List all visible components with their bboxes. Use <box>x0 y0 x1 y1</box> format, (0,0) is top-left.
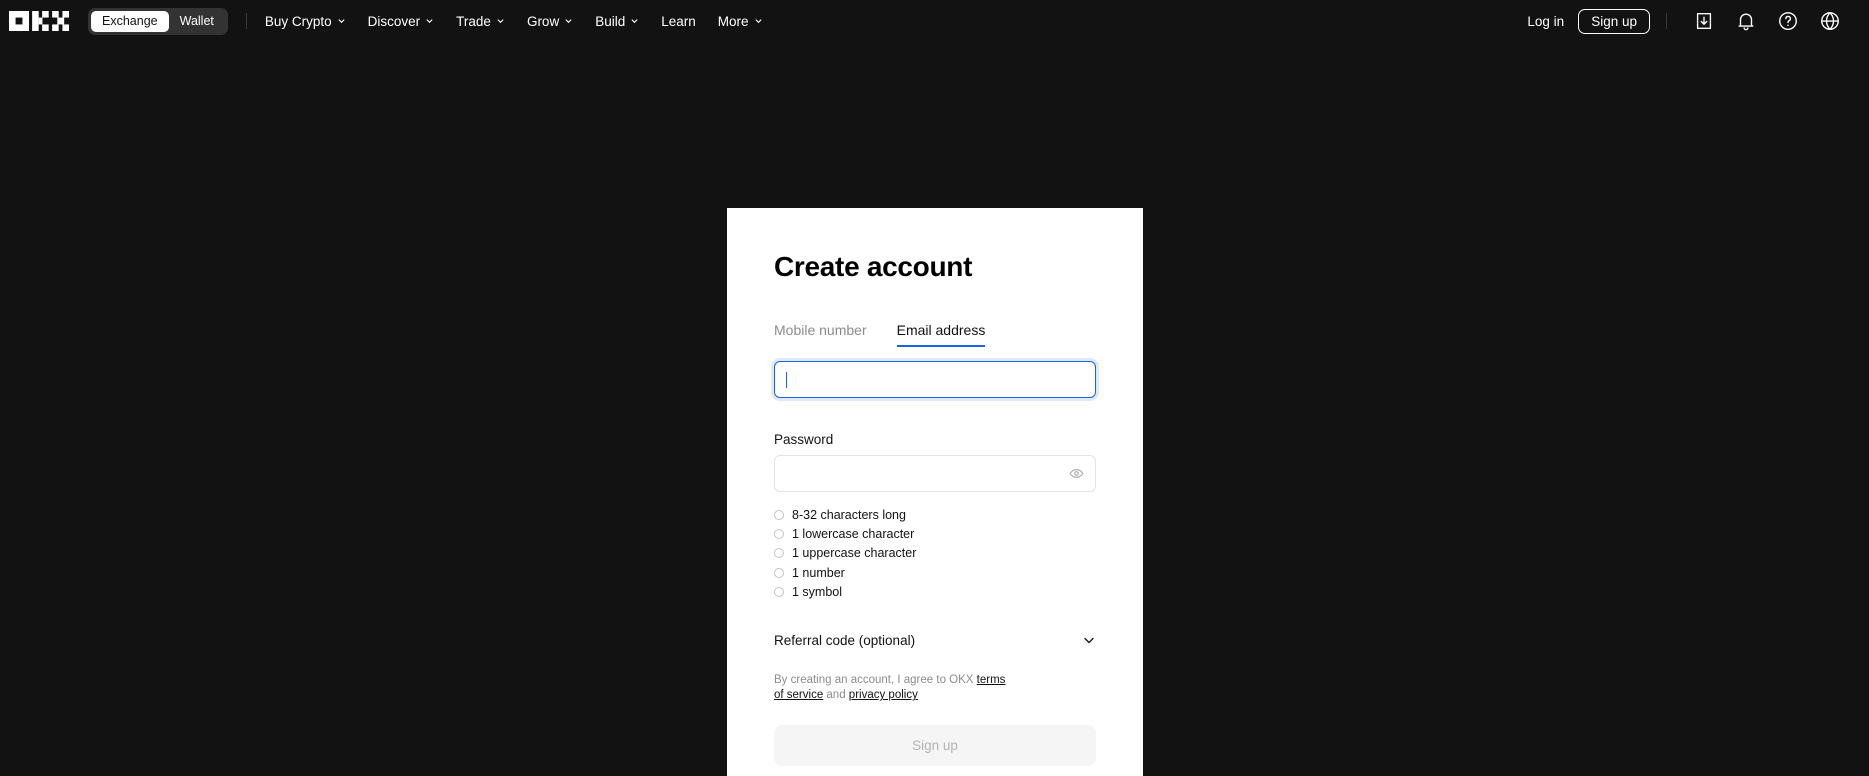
tab-email-address[interactable]: Email address <box>896 322 985 347</box>
requirement-label: 1 symbol <box>792 584 843 599</box>
list-item: 1 symbol <box>774 582 1096 601</box>
email-input[interactable] <box>774 361 1096 398</box>
nav-item-more[interactable]: More <box>718 14 763 29</box>
okx-logo[interactable] <box>8 11 70 31</box>
header-actions: Log in Sign up <box>1513 8 1851 34</box>
requirement-status-icon <box>774 510 784 521</box>
download-app-icon[interactable] <box>1693 10 1715 32</box>
nav-item-build[interactable]: Build <box>595 14 639 29</box>
nav-label-discover: Discover <box>367 13 421 29</box>
requirement-label: 1 lowercase character <box>792 527 915 542</box>
nav-label-trade: Trade <box>456 13 491 29</box>
tab-mobile-number[interactable]: Mobile number <box>774 322 867 347</box>
terms-agreement-text: By creating an account, I agree to OKX t… <box>774 673 1006 704</box>
help-question-icon[interactable] <box>1777 10 1799 32</box>
toggle-wallet[interactable]: Wallet <box>169 11 225 32</box>
chevron-down-icon <box>754 16 763 25</box>
requirement-label: 1 uppercase character <box>792 546 917 561</box>
toggle-exchange[interactable]: Exchange <box>91 10 169 32</box>
nav-label-buy-crypto: Buy Crypto <box>264 13 332 29</box>
requirement-status-icon <box>774 567 784 578</box>
list-item: 8-32 characters long <box>774 506 1096 525</box>
signup-method-tabs: Mobile number Email address <box>774 322 1096 347</box>
text-caret <box>786 371 787 388</box>
nav-label-grow: Grow <box>526 13 560 29</box>
nav-item-buy-crypto[interactable]: Buy Crypto <box>265 14 346 29</box>
requirement-label: 8-32 characters long <box>792 508 906 523</box>
header-signup-button[interactable]: Sign up <box>1578 8 1650 34</box>
password-input[interactable] <box>786 456 1069 491</box>
nav-item-grow[interactable]: Grow <box>527 14 573 29</box>
password-label: Password <box>774 432 834 447</box>
list-item: 1 number <box>774 563 1096 582</box>
requirement-status-icon <box>774 586 784 597</box>
page-title: Create account <box>774 251 973 282</box>
list-item: 1 lowercase character <box>774 525 1096 544</box>
email-field-wrap <box>774 361 1096 398</box>
nav-item-learn[interactable]: Learn <box>661 14 696 29</box>
product-toggle: Exchange Wallet <box>88 7 228 35</box>
page-body: Create account Mobile number Email addre… <box>0 42 1869 776</box>
chevron-down-icon <box>630 16 639 25</box>
requirement-status-icon <box>774 529 784 540</box>
nav-divider-right <box>1666 13 1667 29</box>
signup-submit-button[interactable]: Sign up <box>774 724 1096 766</box>
bell-notification-icon[interactable] <box>1735 10 1757 32</box>
nav-divider-left <box>245 13 247 29</box>
terms-middle: and <box>823 689 849 702</box>
password-requirements-list: 8-32 characters long 1 lowercase charact… <box>774 506 1096 601</box>
nav-label-more: More <box>717 13 749 29</box>
referral-code-label: Referral code (optional) <box>774 632 916 648</box>
terms-prefix: By creating an account, I agree to OKX <box>774 673 977 686</box>
main-nav: Buy Crypto Discover Trade Grow Build Lea… <box>265 14 763 29</box>
nav-label-learn: Learn <box>661 13 696 29</box>
nav-label-build: Build <box>595 13 626 29</box>
nav-item-discover[interactable]: Discover <box>368 14 435 29</box>
requirement-label: 1 number <box>792 565 845 580</box>
globe-language-icon[interactable] <box>1819 10 1841 32</box>
login-link[interactable]: Log in <box>1513 14 1578 29</box>
create-account-card: Create account Mobile number Email addre… <box>727 208 1143 776</box>
referral-code-accordion[interactable]: Referral code (optional) <box>774 633 1096 648</box>
nav-item-trade[interactable]: Trade <box>456 14 505 29</box>
chevron-down-icon <box>496 16 505 25</box>
privacy-policy-link[interactable]: privacy policy <box>849 689 918 701</box>
chevron-down-icon <box>564 16 573 25</box>
top-navigation-bar: Exchange Wallet Buy Crypto Discover Trad… <box>0 0 1869 42</box>
chevron-down-icon[interactable] <box>1082 633 1096 647</box>
list-item: 1 uppercase character <box>774 544 1096 563</box>
requirement-status-icon <box>774 548 784 559</box>
chevron-down-icon <box>337 16 346 25</box>
chevron-down-icon <box>425 16 434 25</box>
password-input-wrapper[interactable] <box>774 455 1096 492</box>
eye-icon[interactable] <box>1069 466 1084 481</box>
